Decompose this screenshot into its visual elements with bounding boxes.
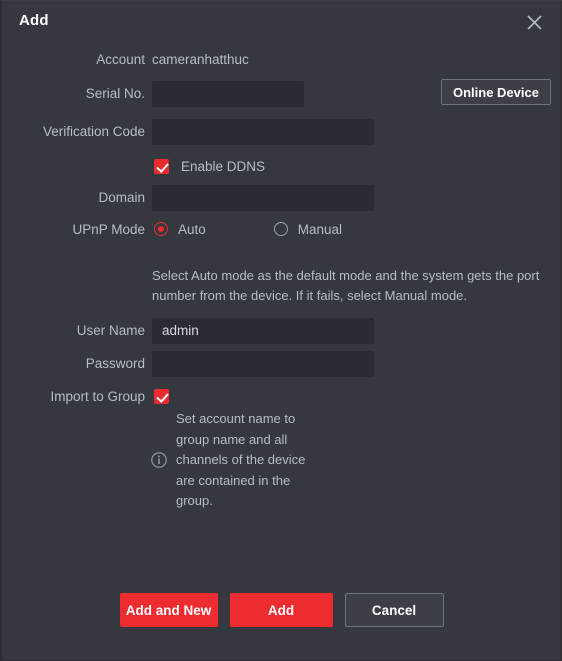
verification-code-label: Verification Code bbox=[42, 124, 145, 139]
import-to-group-hint-text: Set account name to group name and all c… bbox=[176, 411, 306, 508]
upnp-mode-label: UPnP Mode bbox=[72, 221, 145, 237]
add-device-dialog: Add Account cameranhatthuc Serial No. Ve… bbox=[0, 0, 562, 661]
user-name-input-wrap bbox=[152, 317, 374, 344]
enable-ddns-checkbox[interactable] bbox=[154, 159, 169, 174]
account-value: cameranhatthuc bbox=[152, 51, 249, 67]
credentials-form: User Name Password Import to Group bbox=[2, 314, 561, 412]
password-input[interactable] bbox=[152, 350, 374, 377]
domain-label: Domain bbox=[98, 190, 145, 205]
password-input-wrap bbox=[152, 350, 374, 377]
verification-code-input-wrap bbox=[152, 118, 374, 145]
enable-ddns-control[interactable]: Enable DDNS bbox=[154, 159, 265, 174]
info-icon bbox=[150, 451, 168, 469]
dialog-title: Add bbox=[19, 12, 49, 29]
upnp-mode-radio-manual[interactable] bbox=[273, 222, 288, 236]
account-label: Account bbox=[96, 51, 145, 67]
domain-input-wrap bbox=[152, 184, 374, 211]
row-upnp-mode: UPnP Mode Auto Manual bbox=[2, 213, 561, 245]
account-value-wrap: cameranhatthuc bbox=[152, 52, 249, 67]
upnp-mode-radio-group: Auto Manual bbox=[154, 222, 342, 237]
row-enable-ddns: Enable DDNS bbox=[2, 151, 561, 182]
import-to-group-label: Import to Group bbox=[50, 388, 145, 404]
import-to-group-checkbox[interactable] bbox=[154, 388, 169, 404]
add-device-form: Account cameranhatthuc Serial No. Verifi… bbox=[2, 43, 561, 245]
serial-no-label: Serial No. bbox=[85, 86, 145, 101]
row-user-name: User Name bbox=[2, 314, 561, 347]
enable-ddns-label[interactable]: Enable DDNS bbox=[181, 159, 265, 174]
close-icon[interactable] bbox=[521, 9, 547, 35]
online-device-button[interactable]: Online Device bbox=[441, 79, 551, 105]
password-label: Password bbox=[85, 356, 145, 371]
serial-no-input[interactable] bbox=[152, 80, 304, 107]
row-import-to-group: Import to Group bbox=[2, 380, 561, 412]
upnp-mode-radio-auto[interactable] bbox=[154, 222, 168, 236]
cancel-button[interactable]: Cancel bbox=[344, 593, 444, 627]
row-verification-code: Verification Code bbox=[2, 112, 561, 151]
upnp-mode-radio-auto-label[interactable]: Auto bbox=[178, 222, 206, 237]
domain-input[interactable] bbox=[152, 184, 374, 211]
dialog-footer: Add and New Add Cancel bbox=[2, 593, 561, 627]
upnp-mode-radio-manual-label[interactable]: Manual bbox=[298, 222, 342, 237]
import-to-group-hint: Set account name to group name and all c… bbox=[150, 409, 306, 512]
import-to-group-control[interactable] bbox=[154, 388, 169, 404]
row-domain: Domain bbox=[2, 182, 561, 213]
user-name-label: User Name bbox=[76, 323, 145, 338]
verification-code-input[interactable] bbox=[152, 118, 374, 145]
add-button[interactable]: Add bbox=[229, 593, 333, 627]
upnp-mode-hint: Select Auto mode as the default mode and… bbox=[152, 268, 540, 303]
user-name-input[interactable] bbox=[152, 317, 374, 344]
serial-no-input-wrap bbox=[152, 80, 304, 107]
dialog-titlebar: Add bbox=[2, 1, 561, 43]
row-account: Account cameranhatthuc bbox=[2, 43, 561, 75]
row-password: Password bbox=[2, 347, 561, 380]
add-and-new-button[interactable]: Add and New bbox=[119, 593, 218, 627]
